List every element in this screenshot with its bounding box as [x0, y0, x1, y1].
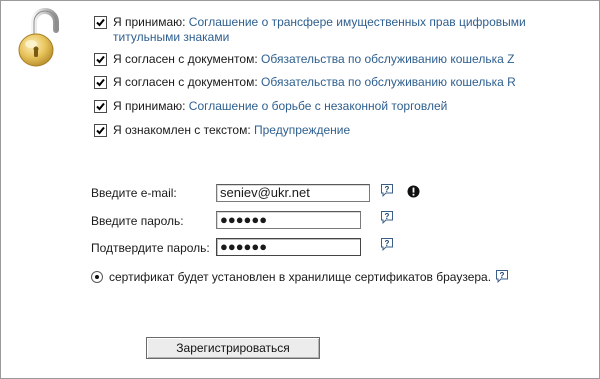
padlock-icon — [18, 8, 59, 67]
help-icon[interactable]: ? — [380, 237, 394, 251]
confirm-password-label: Подтвердите пароль: — [91, 241, 210, 255]
agreement-checkbox[interactable] — [94, 100, 107, 113]
certificate-option-label: сертификат будет установлен в хранилище … — [109, 270, 492, 284]
agreement-row: Я принимаю: Соглашение о трансфере имуще… — [94, 15, 563, 45]
agreement-prefix: Я ознакомлен с текстом: — [113, 123, 254, 137]
help-icon[interactable]: ? — [495, 269, 509, 283]
agreement-checkbox[interactable] — [94, 53, 107, 66]
agreement-checkbox[interactable] — [94, 76, 107, 89]
help-icon[interactable]: ? — [380, 183, 394, 197]
agreement-link-wallet-r[interactable]: Обязательства по обслуживанию кошелька R — [261, 75, 516, 89]
register-button[interactable]: Зарегистрироваться — [146, 337, 320, 359]
agreement-link-warning[interactable]: Предупреждение — [254, 123, 350, 137]
agreement-link-wallet-z[interactable]: Обязательства по обслуживанию кошелька Z — [261, 52, 514, 66]
password-label: Введите пароль: — [91, 214, 184, 228]
agreement-prefix: Я согласен с документом: — [113, 52, 261, 66]
svg-text:?: ? — [385, 239, 390, 248]
svg-text:?: ? — [385, 185, 390, 194]
agreement-prefix: Я согласен с документом: — [113, 75, 261, 89]
agreement-row: Я согласен с документом: Обязательства п… — [94, 52, 563, 67]
email-label: Введите e-mail: — [91, 186, 177, 200]
agreement-row: Я согласен с документом: Обязательства п… — [94, 75, 563, 90]
agreement-prefix: Я принимаю: — [113, 99, 189, 113]
certificate-radio[interactable] — [91, 271, 103, 283]
help-icon[interactable]: ? — [380, 210, 394, 224]
svg-text:?: ? — [500, 271, 505, 280]
exclamation-icon — [407, 185, 420, 198]
agreement-prefix: Я принимаю: — [113, 15, 189, 29]
agreement-link-illegal-trade[interactable]: Соглашение о борьбе с незаконной торговл… — [189, 99, 448, 113]
password-field[interactable]: ●●●●●● — [216, 211, 361, 229]
certificate-option: сертификат будет установлен в хранилище … — [91, 270, 491, 284]
agreement-checkbox[interactable] — [94, 16, 107, 29]
confirm-password-field[interactable]: ●●●●●● — [216, 238, 361, 256]
svg-text:?: ? — [385, 212, 390, 221]
agreement-checkbox[interactable] — [94, 124, 107, 137]
agreement-row: Я принимаю: Соглашение о борьбе с незако… — [94, 99, 563, 114]
agreement-row: Я ознакомлен с текстом: Предупреждение — [94, 123, 563, 138]
email-field[interactable]: seniev@ukr.net — [216, 184, 370, 202]
